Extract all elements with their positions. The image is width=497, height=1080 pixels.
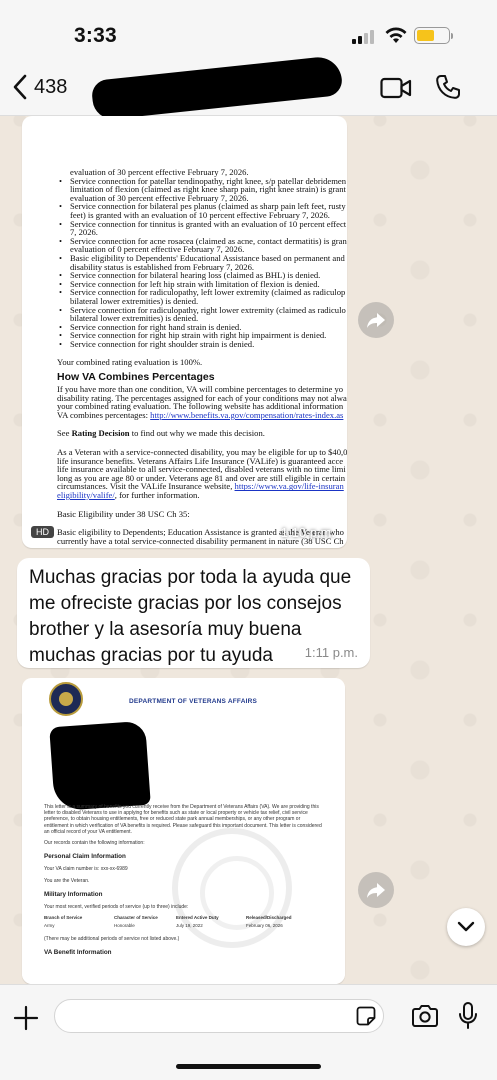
doc-bullet-line: Service connection for tinnitus is grant… bbox=[57, 219, 347, 229]
table-cell: February 06, 2026 bbox=[246, 923, 283, 929]
scroll-to-bottom-button[interactable] bbox=[447, 908, 485, 946]
doc-basic-eligibility: Basic Eligibility under 38 USC Ch 35: bbox=[57, 508, 190, 519]
contact-name-redacted[interactable] bbox=[90, 55, 344, 121]
doc-lines: evaluation of 30 percent effective Febru… bbox=[57, 168, 347, 348]
doc-paragraph: As a Veteran with a service-connected di… bbox=[57, 448, 347, 482]
address-redacted bbox=[49, 720, 151, 812]
document-page-image: evaluation of 30 percent effective Febru… bbox=[22, 116, 347, 548]
forward-button[interactable] bbox=[358, 872, 394, 908]
text-message[interactable]: Muchas gracias por toda la ayuda que me … bbox=[17, 558, 370, 668]
doc-intro: This letter is a summary of benefits you… bbox=[44, 804, 322, 835]
plus-icon[interactable] bbox=[12, 1004, 40, 1032]
doc-bullet-line: Service connection for radiculopathy, ri… bbox=[57, 305, 347, 315]
doc-text: to find out why we made this decision. bbox=[129, 428, 265, 439]
image-message-benefit-letter[interactable]: DEPARTMENT OF VETERANS AFFAIRS This lett… bbox=[22, 678, 345, 984]
back-button[interactable]: 438 bbox=[12, 74, 67, 100]
microphone-icon[interactable] bbox=[458, 1001, 478, 1031]
doc-combined-rating: Your combined rating evaluation is 100%. bbox=[57, 357, 203, 368]
sticker-icon[interactable] bbox=[356, 1006, 376, 1026]
doc-bold-text: Rating Decision bbox=[71, 428, 130, 439]
doc-section-title: Military Information bbox=[44, 890, 103, 898]
phone-call-icon[interactable] bbox=[435, 74, 461, 100]
table-cell: July 19, 2022 bbox=[176, 923, 203, 929]
va-seal-logo bbox=[49, 682, 83, 716]
doc-link[interactable]: http://www.benefits.va.gov/compensation/… bbox=[150, 410, 343, 420]
doc-text: , for further information. bbox=[114, 490, 200, 500]
doc-bullet-line: Service connection for bilateral pes pla… bbox=[57, 202, 347, 211]
wifi-icon bbox=[385, 27, 407, 43]
table-cell: Honorable bbox=[114, 923, 135, 929]
chat-header: 438 bbox=[0, 55, 497, 121]
doc-bullet-line: Service connection for radiculopathy, le… bbox=[57, 288, 347, 297]
doc-paragraph: If you have more than one condition, VA … bbox=[57, 385, 347, 411]
camera-icon[interactable] bbox=[411, 1004, 439, 1028]
doc-records: Our records contain the following inform… bbox=[44, 840, 145, 847]
forward-icon bbox=[367, 313, 385, 328]
doc-bullet-line: Service connection for right shoulder st… bbox=[57, 340, 347, 349]
doc-see-line: See Rating Decision to find out why we m… bbox=[57, 429, 347, 438]
chevron-left-icon bbox=[13, 74, 27, 100]
table-header: Entered Active Duty bbox=[176, 915, 219, 921]
forward-icon bbox=[367, 883, 385, 898]
doc-section-title: VA Benefit Information bbox=[44, 948, 112, 956]
image-message-rating-letter[interactable]: evaluation of 30 percent effective Febru… bbox=[22, 116, 347, 548]
doc-bullet-line: Basic eligibility to Dependents' Educati… bbox=[57, 254, 347, 263]
doc-link-line: VA combines percentages: http://www.bene… bbox=[57, 411, 347, 420]
doc-section-title: Personal Claim Information bbox=[44, 853, 126, 861]
battery-icon bbox=[414, 27, 453, 44]
status-bar: 3:33 bbox=[0, 0, 497, 60]
doc-section-title: How VA Combines Percentages bbox=[57, 371, 215, 384]
message-timestamp: 1:11 p.m. bbox=[304, 645, 358, 660]
doc-body: This letter is a summary of benefits you… bbox=[44, 804, 324, 962]
signal-icon bbox=[352, 30, 378, 44]
service-table: Branch of Service Character of Service E… bbox=[44, 915, 324, 929]
message-input-bar bbox=[0, 984, 497, 1080]
doc-text: VA combines percentages: bbox=[57, 409, 151, 420]
table-header: Released/Discharged bbox=[246, 915, 292, 921]
battery-level bbox=[417, 30, 434, 41]
doc-bullet-line: Service connection for patellar tendinop… bbox=[57, 176, 347, 186]
unread-count: 438 bbox=[34, 75, 68, 98]
hd-badge: HD bbox=[31, 526, 54, 538]
doc-text: See bbox=[57, 428, 72, 439]
doc-link-line: eligibility/valife/, for further informa… bbox=[57, 491, 347, 500]
doc-you-are: You are the Veteran. bbox=[44, 877, 90, 884]
forward-button[interactable] bbox=[358, 302, 394, 338]
message-timestamp: 1:10 p.m. bbox=[280, 525, 335, 540]
table-header: Character of Service bbox=[114, 915, 158, 921]
video-call-icon[interactable] bbox=[380, 76, 412, 100]
chevron-down-icon bbox=[457, 921, 475, 932]
doc-bullet-line: Service connection for acne rosacea (cla… bbox=[57, 237, 347, 246]
doc-link[interactable]: eligibility/valife/ bbox=[57, 490, 115, 500]
doc-link[interactable]: https://www.va.gov/life-insuran bbox=[235, 481, 344, 491]
doc-more-periods: (There may be additional periods of serv… bbox=[44, 935, 180, 942]
chat-messages[interactable]: evaluation of 30 percent effective Febru… bbox=[0, 116, 497, 984]
table-header: Branch of Service bbox=[44, 915, 83, 921]
doc-department: DEPARTMENT OF VETERANS AFFAIRS bbox=[129, 698, 258, 705]
doc-military-intro: Your most recent, verified periods of se… bbox=[44, 904, 189, 911]
table-cell: Army bbox=[44, 923, 55, 929]
status-time: 3:33 bbox=[74, 24, 117, 47]
document-page-image: DEPARTMENT OF VETERANS AFFAIRS This lett… bbox=[22, 678, 345, 984]
message-input[interactable] bbox=[54, 999, 384, 1033]
doc-claim-number: Your VA claim number is: xxx-xx-6989 bbox=[44, 866, 128, 873]
home-indicator bbox=[176, 1064, 321, 1069]
